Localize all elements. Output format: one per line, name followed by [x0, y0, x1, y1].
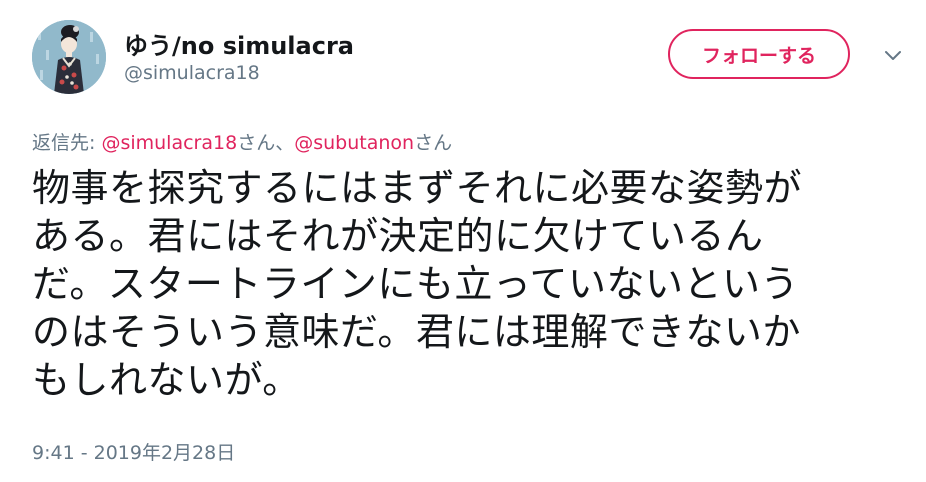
- mention-link-subutanon[interactable]: @subutanon: [294, 132, 414, 154]
- tweet-text-line: だ。スタートラインにも立っていないという: [32, 262, 799, 306]
- mention-suffix: さん、: [237, 132, 295, 154]
- author-display-name[interactable]: ゆう/no simulacra: [124, 26, 354, 61]
- tweet-card: ゆう/no simulacra @simulacra18 フォローする 返信先:…: [0, 0, 926, 482]
- mention-suffix: さん: [414, 132, 453, 154]
- chevron-down-icon[interactable]: [880, 46, 906, 66]
- follow-button-label: フォローする: [701, 44, 816, 67]
- avatar[interactable]: [32, 20, 106, 94]
- follow-button[interactable]: フォローする: [668, 29, 850, 79]
- author-handle[interactable]: @simulacra18: [124, 62, 260, 84]
- tweet-text-line: のはそういう意味だ。君には理解できないか: [32, 310, 801, 354]
- tweet-text: 物事を探究するにはまずそれに必要な姿勢が ある。君にはそれが決定的に欠けているん…: [32, 164, 902, 404]
- tweet-text-line: 物事を探究するにはまずそれに必要な姿勢が: [32, 166, 803, 210]
- reply-to-prefix: 返信先:: [32, 132, 102, 154]
- tweet-text-line: ある。君にはそれが決定的に欠けているん: [32, 214, 764, 258]
- reply-to-context: 返信先: @simulacra18さん、@subutanonさん: [32, 128, 452, 155]
- avatar-image: [32, 20, 106, 94]
- mention-link-simulacra18[interactable]: @simulacra18: [101, 132, 237, 154]
- tweet-timestamp[interactable]: 9:41 - 2019年2月28日: [32, 438, 235, 465]
- tweet-text-line: もしれないが。: [32, 358, 301, 402]
